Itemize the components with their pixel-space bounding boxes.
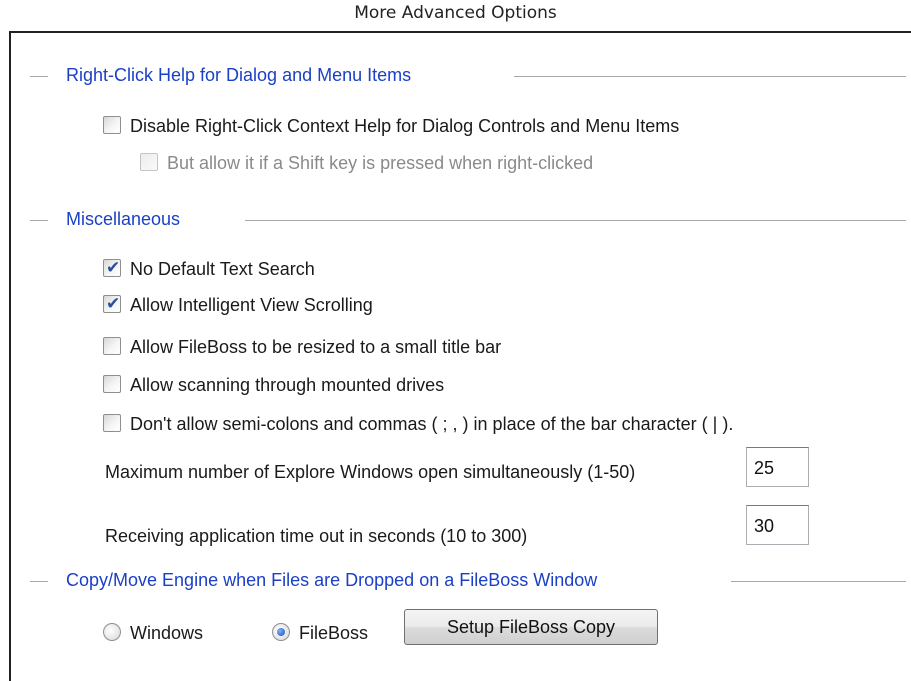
checkbox-box[interactable] xyxy=(103,116,121,134)
max-windows-label: Maximum number of Explore Windows open s… xyxy=(105,462,636,482)
radio-label: FileBoss xyxy=(299,623,369,643)
checkbox-box[interactable]: ✔ xyxy=(103,258,121,278)
checkbox-label: But allow it if a Shift key is pressed w… xyxy=(167,153,594,173)
section-miscellaneous: Miscellaneous xyxy=(0,209,911,231)
checkbox-label: Allow scanning through mounted drives xyxy=(130,375,445,395)
section-right-click-help: Right-Click Help for Dialog and Menu Ite… xyxy=(0,65,911,87)
checkbox-box[interactable] xyxy=(103,414,121,432)
section-divider-left xyxy=(30,220,48,221)
max-windows-input[interactable] xyxy=(746,447,809,487)
setup-fileboss-copy-button[interactable]: Setup FileBoss Copy xyxy=(404,609,658,645)
checkbox-box[interactable] xyxy=(103,375,121,393)
section-title-right-click: Right-Click Help for Dialog and Menu Ite… xyxy=(66,65,412,85)
radio-button[interactable] xyxy=(272,623,290,641)
checkbox-box[interactable]: ✔ xyxy=(103,294,121,314)
checkbox-label: Allow FileBoss to be resized to a small … xyxy=(130,337,502,357)
radio-dot-icon xyxy=(277,628,285,636)
timeout-input[interactable] xyxy=(746,505,809,545)
checkbox-label: Allow Intelligent View Scrolling xyxy=(130,295,373,315)
section-divider-right xyxy=(731,581,906,582)
timeout-label: Receiving application time out in second… xyxy=(105,526,528,546)
checkbox-box[interactable] xyxy=(140,153,158,171)
section-divider-left xyxy=(30,76,48,77)
page-title: More Advanced Options xyxy=(354,3,557,23)
section-copy-move-engine: Copy/Move Engine when Files are Dropped … xyxy=(0,570,911,592)
radio-button[interactable] xyxy=(103,623,121,641)
checkbox-label: Disable Right-Click Context Help for Dia… xyxy=(130,116,680,136)
section-title-copy-move: Copy/Move Engine when Files are Dropped … xyxy=(66,570,598,590)
section-divider-right xyxy=(245,220,906,221)
section-title-misc: Miscellaneous xyxy=(66,209,181,229)
section-divider-left xyxy=(30,581,48,582)
checkbox-box[interactable] xyxy=(103,337,121,355)
checkmark-icon: ✔ xyxy=(106,258,121,278)
checkmark-icon: ✔ xyxy=(106,294,121,314)
checkbox-label: Don't allow semi-colons and commas ( ; ,… xyxy=(130,414,734,434)
checkbox-label: No Default Text Search xyxy=(130,259,315,279)
radio-label: Windows xyxy=(130,623,204,643)
section-divider-right xyxy=(514,76,906,77)
